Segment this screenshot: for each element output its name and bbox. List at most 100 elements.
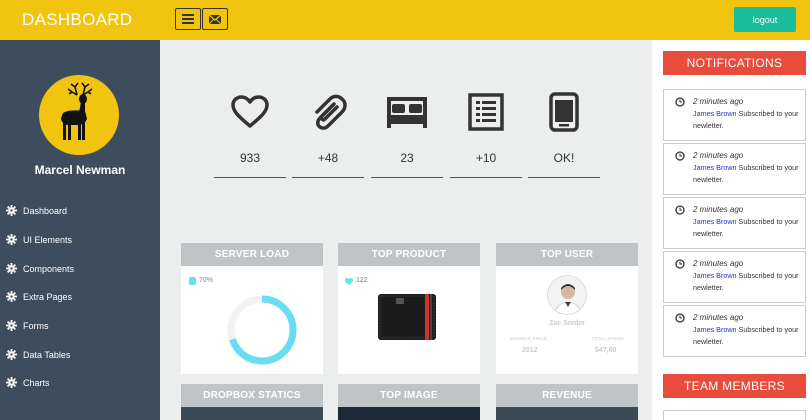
brand-title[interactable]: DASHBOARD [22,10,132,30]
gear-icon [6,234,18,246]
logout-button[interactable]: logout [734,7,796,32]
notification-time: 2 minutes ago [693,97,744,106]
team-member-item[interactable] [663,410,806,420]
card-title: DROPBOX STATICS [181,384,323,407]
notification-user-link[interactable]: James Brown [693,163,737,172]
wallet-image[interactable] [376,290,440,344]
gear-icon [6,377,18,389]
notification-item[interactable]: 2 minutes ago James Brown Subscribed to … [663,251,806,303]
sidebar-item-label: Components [23,263,75,274]
stat-value: 933 [239,151,261,165]
server-load-percent: 70% [199,277,214,284]
top-product-card: TOP PRODUCT 122 [338,243,480,374]
gear-icon [6,291,18,303]
notification-time: 2 minutes ago [693,313,744,322]
database-icon [189,277,196,285]
menu-toggle-button[interactable] [175,8,201,30]
divider [371,177,443,178]
paperclip-icon [315,94,347,130]
stat-value: +10 [475,151,497,165]
clock-icon [675,313,685,323]
top-bar: DASHBOARD logout [0,0,810,40]
top-image-card: TOP IMAGE [338,384,480,420]
notification-time: 2 minutes ago [693,151,744,160]
member-since-label: MEMBER SINCE [510,336,548,341]
sidebar-item-label: Forms [23,321,49,332]
card-title: REVENUE [496,384,638,407]
phone-icon [549,92,579,132]
heart-icon [231,95,269,128]
stat-value: 23 [400,151,414,165]
notification-item[interactable]: 2 minutes ago James Brown Subscribed to … [663,143,806,195]
sidebar-item-label: Charts [23,378,50,389]
clock-icon [675,259,685,269]
sidebar-item-label: UI Elements [23,235,73,246]
top-user-name: Zac Snider [549,320,585,327]
bed-icon [387,97,427,128]
divider [292,177,364,178]
sidebar-item-dashboard[interactable]: Dashboard [6,197,74,226]
person-icon [554,284,582,314]
stat-likes: 933 [214,92,286,178]
product-likes: 122 [356,277,368,284]
stat-value: +48 [317,151,339,165]
clock-icon [675,97,685,107]
sidebar: Marcel Newman Dashboard UI Elements Comp… [0,40,160,420]
sidebar-item-forms[interactable]: Forms [6,312,74,341]
divider [214,177,286,178]
clock-icon [675,151,685,161]
notification-time: 2 minutes ago [693,259,744,268]
heart-icon [345,278,353,285]
notification-user-link[interactable]: James Brown [693,109,737,118]
server-load-card: SERVER LOAD 70% [181,243,323,374]
gear-icon [6,205,18,217]
gear-icon [6,348,18,361]
gear-icon [6,320,18,332]
dropbox-statics-card: DROPBOX STATICS [181,384,323,420]
deer-icon [61,82,93,140]
envelope-icon [208,14,222,24]
revenue-card: REVENUE [496,384,638,420]
sidebar-nav: Dashboard UI Elements Components Extra P… [6,197,74,398]
card-title: TOP PRODUCT [338,243,480,266]
user-avatar[interactable] [547,275,587,315]
clock-icon [675,205,685,215]
stat-tasks: +10 [450,92,522,178]
stat-value: OK! [553,151,575,165]
sidebar-item-data-tables[interactable]: Data Tables [6,340,74,369]
sidebar-item-components[interactable]: Components [6,254,74,283]
divider [528,177,600,178]
notifications-header: NOTIFICATIONS [663,51,806,75]
server-load-donut [227,295,297,365]
notification-user-link[interactable]: James Brown [693,271,737,280]
list-icon [468,93,504,131]
member-since-value: 2012 [522,347,538,354]
stat-mobile: OK! [528,92,600,178]
profile-name: Marcel Newman [34,163,126,177]
total-spend-label: TOTAL SPEND [591,336,624,341]
notification-item[interactable]: 2 minutes ago James Brown Subscribed to … [663,197,806,249]
total-spend-value: $47,60 [595,347,617,354]
messages-button[interactable] [202,8,228,30]
team-members-header: TEAM MEMBERS [663,374,806,398]
stat-rooms: 23 [371,92,443,178]
divider [450,177,522,178]
notification-user-link[interactable]: James Brown [693,325,737,334]
sidebar-item-label: Data Tables [23,349,71,360]
list-icon [182,14,194,24]
notification-item[interactable]: 2 minutes ago James Brown Subscribed to … [663,89,806,141]
avatar[interactable] [39,75,119,155]
sidebar-item-charts[interactable]: Charts [6,369,74,398]
notification-item[interactable]: 2 minutes ago James Brown Subscribed to … [663,305,806,357]
top-user-card: TOP USER Zac Snider MEMBER SINCE 2012 TO… [496,243,638,374]
notification-user-link[interactable]: James Brown [693,217,737,226]
notification-time: 2 minutes ago [693,205,744,214]
sidebar-item-label: Dashboard [23,206,68,217]
gear-icon [6,262,18,275]
sidebar-item-extra-pages[interactable]: Extra Pages [6,283,74,312]
card-title: SERVER LOAD [181,243,323,266]
card-title: TOP USER [496,243,638,266]
sidebar-item-ui-elements[interactable]: UI Elements [6,226,74,255]
sidebar-item-label: Extra Pages [23,292,73,303]
stat-attachments: +48 [292,92,364,178]
